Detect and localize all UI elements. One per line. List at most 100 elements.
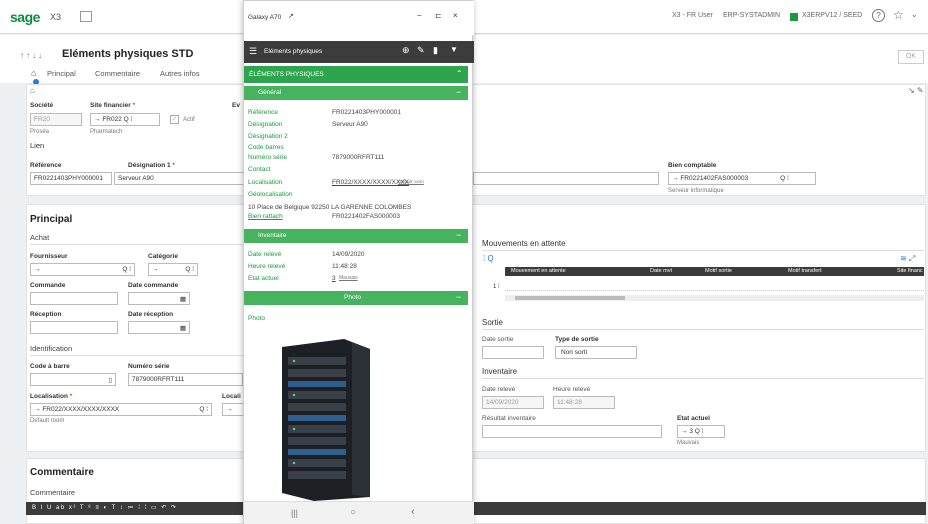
search-icon[interactable]: Q ⁞	[199, 406, 208, 413]
help-icon[interactable]: ?	[872, 9, 885, 22]
maximize-icon[interactable]: ⊏	[435, 11, 442, 20]
back-icon[interactable]: ‹	[411, 506, 415, 518]
chevron-down-icon[interactable]: ⌄	[911, 10, 918, 19]
search-icon[interactable]: Q ⁞	[122, 266, 131, 273]
role-label[interactable]: ERP-SYSTADMIN	[723, 12, 780, 19]
barcode-icon[interactable]: ▯	[108, 376, 112, 384]
section-inventaire[interactable]: Inventaire −	[244, 229, 468, 243]
delete-icon[interactable]: ▮	[433, 45, 438, 56]
record-nav-arrows[interactable]: ↑↑↓↓	[20, 51, 44, 60]
geoloc-address: 10 Place de Belgique 92250 LA GARENNE CO…	[248, 204, 412, 211]
date-commande-label: Date commande	[128, 282, 179, 289]
resultat-inventaire-field[interactable]	[482, 425, 662, 438]
identification-title: Identification	[30, 344, 73, 353]
divider	[482, 378, 924, 379]
type-sortie-field[interactable]: Non sorti	[555, 346, 637, 359]
col-date-mvt[interactable]: Date mvt	[650, 268, 672, 274]
code-barre-field[interactable]: ▯	[30, 373, 116, 386]
col-motif-transfert[interactable]: Motif transfert	[788, 268, 822, 274]
table-row[interactable]	[505, 280, 924, 291]
reception-field[interactable]	[30, 321, 118, 334]
fournisseur-label: Fournisseur	[30, 253, 68, 260]
calendar-icon[interactable]: ▦	[180, 295, 186, 303]
site-financier-field[interactable]: → FR022 Q ⁞	[90, 113, 160, 126]
local-label: Locali	[222, 393, 241, 400]
etat-actuel-field[interactable]: → 3 Q ⁞	[677, 425, 725, 438]
close-icon[interactable]: ×	[453, 11, 458, 20]
societe-sub: Proséa	[30, 129, 50, 135]
principal-title: Principal	[30, 214, 73, 225]
grid-expand-icon[interactable]: ≋ ⤢	[900, 254, 915, 264]
tab-principal[interactable]: Principal	[47, 69, 76, 78]
phone-field-value: Serveur A90	[332, 121, 368, 128]
commande-field[interactable]	[30, 292, 118, 305]
tab-autres-infos[interactable]: Autres infos	[160, 69, 200, 78]
collapse-icon[interactable]: −	[456, 230, 461, 240]
hamburger-menu-icon[interactable]: ☰	[249, 46, 257, 57]
add-icon[interactable]: ⊕	[402, 45, 410, 56]
edit-icon[interactable]: ✎	[417, 45, 425, 56]
designation-label: Désignation 1	[128, 162, 175, 169]
bien-comptable-label: Bien comptable	[668, 162, 717, 169]
collapse-icon[interactable]: −	[456, 292, 461, 302]
site-financier-value: FR022	[102, 116, 122, 123]
home-icon-small[interactable]: ⌂	[30, 86, 35, 95]
reference-field[interactable]: FR0221403PHY000001	[30, 172, 112, 185]
tab-commentaire[interactable]: Commentaire	[95, 69, 140, 78]
bien-rattach-label[interactable]: Bien rattach	[248, 213, 283, 220]
col-motif-sortie[interactable]: Motif sortie	[705, 268, 732, 274]
calendar-icon[interactable]: ▦	[180, 324, 186, 332]
col-site-financ[interactable]: Site financ	[897, 268, 923, 274]
collapse-icon[interactable]: ⌃	[456, 69, 463, 78]
bien-comptable-field[interactable]: → FR0221402FAS000003 Q ⁞	[668, 172, 816, 185]
numero-serie-label: Numéro série	[128, 363, 170, 370]
inventaire-title: Inventaire	[482, 367, 518, 376]
categorie-field[interactable]: → Q ⁞	[148, 263, 198, 276]
numero-serie-field[interactable]: 7879000RFRT111	[128, 373, 243, 386]
search-icon[interactable]: Q ⁞	[695, 428, 704, 435]
sage-logo[interactable]: sage	[10, 9, 40, 25]
section-photo[interactable]: Photo −	[244, 291, 468, 305]
emulator-title: Galaxy A70	[248, 14, 282, 21]
phone-emulator-window[interactable]: Galaxy A70 ↗ − ⊏ × ☰ Eléments physiques …	[243, 0, 474, 524]
horizontal-scrollbar[interactable]	[505, 295, 924, 301]
grid-search-icon[interactable]: ⁞ Q	[483, 254, 494, 263]
date-sortie-field[interactable]	[482, 346, 544, 359]
user-label[interactable]: X3 - FR User	[672, 12, 713, 19]
rte-toolbar-buttons[interactable]: B I U ab x² T ⁸ ≡ ◐ T ↕ ≔ ⁞ ⁞ ▭ ↶ ↷	[32, 504, 177, 511]
star-icon[interactable]: ☆	[893, 8, 904, 22]
code-barre-label: Code à barre	[30, 363, 70, 370]
date-reception-field[interactable]: ▦	[128, 321, 190, 334]
folder-label[interactable]: X3ERPV12 / SEED	[802, 12, 862, 19]
fournisseur-field[interactable]: → Q ⁞	[30, 263, 135, 276]
collapse-icon[interactable]: −	[456, 87, 461, 97]
pin-icon[interactable]: ↗	[288, 12, 294, 20]
ok-button[interactable]: OK	[898, 50, 924, 64]
scrollbar-thumb[interactable]	[515, 296, 625, 300]
section-general[interactable]: Général −	[244, 86, 468, 100]
phone-inventaire-value: 14/09/2020	[332, 251, 365, 258]
edit-icon[interactable]: ↘ ✎	[908, 86, 924, 95]
designation-field-ext[interactable]	[473, 172, 659, 185]
actif-checkbox[interactable]: ✓	[170, 115, 179, 124]
date-releve-field[interactable]: 14/09/2020	[482, 396, 544, 409]
section-elements-physiques[interactable]: ÉLÉMENTS PHYSIQUES ⌃	[244, 66, 468, 83]
search-icon[interactable]: Q	[124, 116, 129, 123]
dropdown-icon[interactable]: ▼	[450, 45, 458, 54]
minimize-icon[interactable]: −	[417, 11, 422, 20]
home-icon[interactable]: ⌂	[31, 68, 36, 78]
date-commande-field[interactable]: ▦	[128, 292, 190, 305]
designation-field[interactable]: Serveur A90	[114, 172, 245, 185]
search-icon[interactable]: Q ⁞	[185, 266, 194, 273]
recent-apps-icon[interactable]: |||	[291, 508, 298, 518]
rich-text-toolbar[interactable]: B I U ab x² T ⁸ ≡ ◐ T ↕ ≔ ⁞ ⁞ ▭ ↶ ↷	[26, 502, 926, 515]
phone-field-value[interactable]: FR022/XXXX/XXXX/XXXX	[332, 179, 409, 186]
search-icon[interactable]: Q ⁞	[780, 175, 789, 182]
col-mouvement[interactable]: Mouvement en attente	[511, 268, 566, 274]
local-field[interactable]: →	[222, 403, 244, 416]
home-button-icon[interactable]: ○	[350, 507, 356, 518]
heure-releve-field[interactable]: 11:48:28	[553, 396, 615, 409]
localisation-field[interactable]: → FR022/XXXX/XXXX/XXXX Q ⁞	[30, 403, 212, 416]
calendar-icon[interactable]	[80, 11, 92, 22]
societe-field[interactable]: FR20	[30, 113, 82, 126]
